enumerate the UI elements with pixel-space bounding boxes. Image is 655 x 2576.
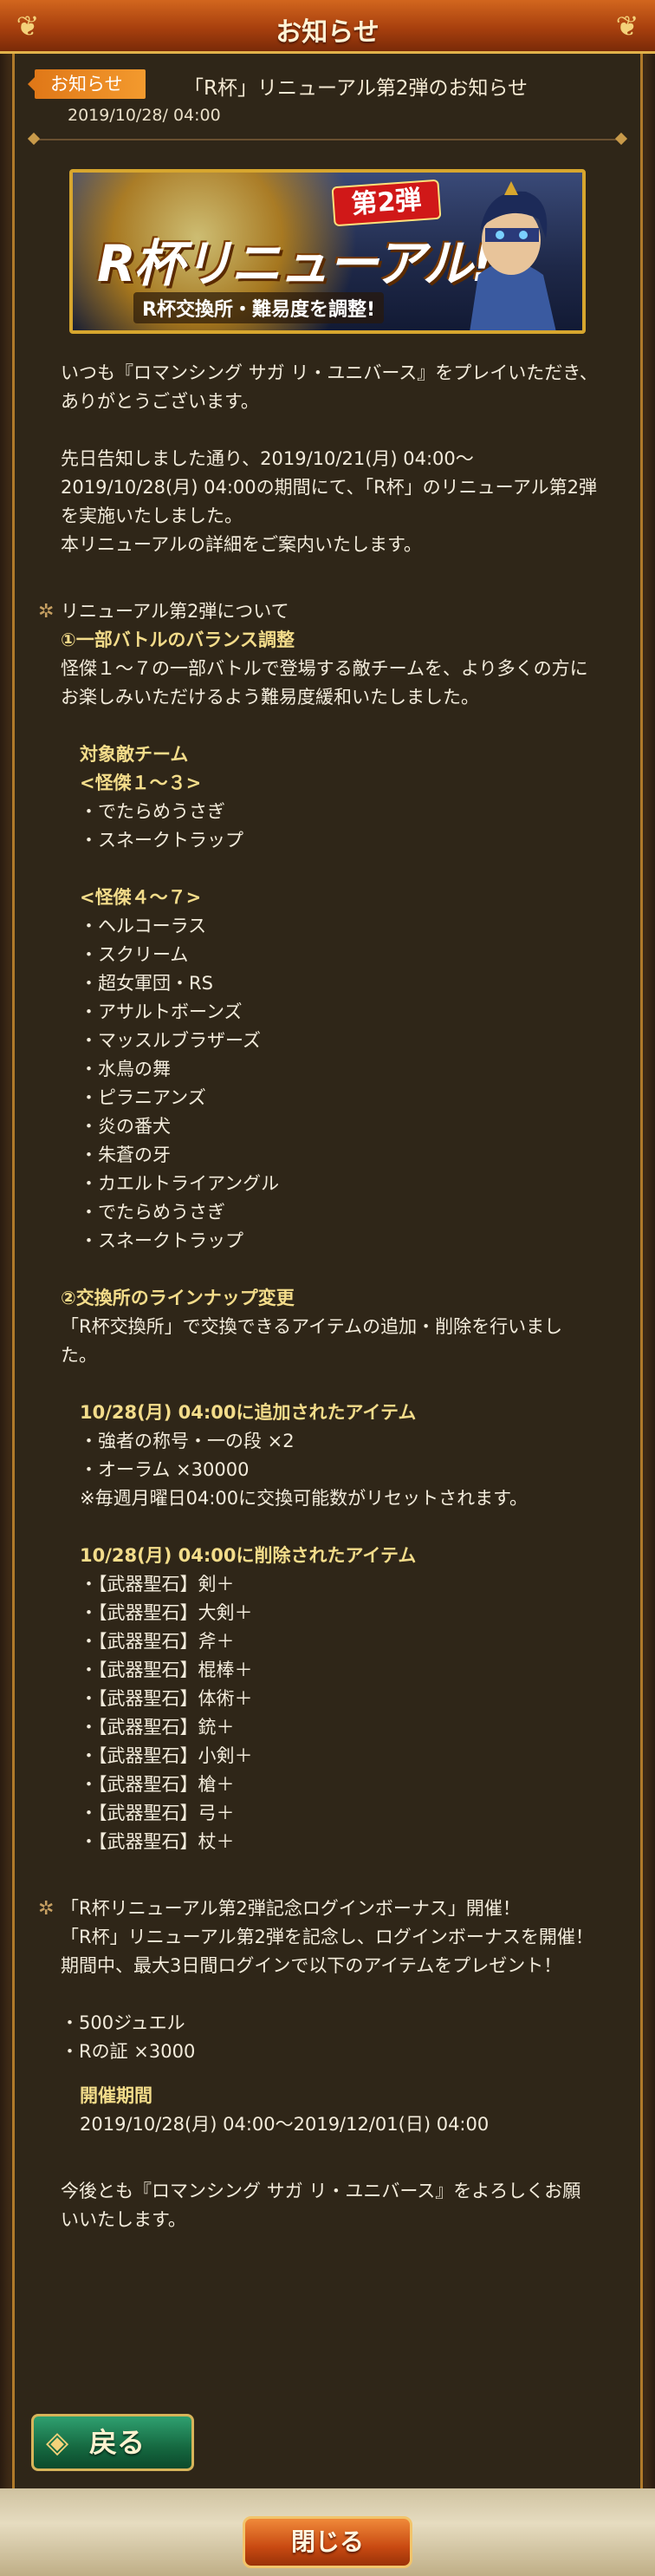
- close-button[interactable]: 閉じる: [243, 2516, 412, 2568]
- notice-tag: お知らせ: [28, 69, 146, 99]
- list-item: ・【武器聖石】大剣＋: [80, 1602, 253, 1623]
- list-label: <怪傑４～７>: [80, 887, 202, 908]
- section-heading: ✲ リニューアル第2弾について: [38, 597, 598, 626]
- banner-title: R杯リニューアル!: [97, 234, 494, 293]
- header-bar: ❦ お知らせ ❦: [0, 0, 655, 54]
- list-item: ・スネークトラップ: [80, 1230, 243, 1251]
- gear-icon: ✲: [38, 601, 55, 623]
- ornament-icon: ❦: [615, 10, 639, 42]
- list-item: ・ヘルコーラス: [80, 916, 207, 936]
- intro-paragraph: 先日告知しました通り、2019/10/21(月) 04:00～2019/10/2…: [61, 448, 597, 526]
- gear-icon: ✲: [38, 1898, 55, 1920]
- subsection-heading: ②交換所のラインナップ変更: [61, 1288, 295, 1308]
- list-label: 10/28(月) 04:00に削除されたアイテム: [80, 1545, 417, 1566]
- list-label: 対象敵チーム: [80, 744, 189, 765]
- body-text: 怪傑１～７の一部バトルで登場する敵チームを、より多くの方にお楽しみいただけるよう…: [61, 658, 588, 708]
- list-item: ・でたらめうさぎ: [80, 801, 225, 822]
- divider: [27, 132, 628, 146]
- notice-body: いつも『ロマンシング サガ リ・ユニバース』をプレイいただき、ありがとうございま…: [38, 359, 598, 2234]
- list-label: 開催期間: [80, 2085, 152, 2106]
- intro-paragraph: 本リニューアルの詳細をご案内いたします。: [61, 534, 422, 555]
- list-item: ・スクリーム: [80, 944, 189, 965]
- event-banner: 第2弾 R杯リニューアル! R杯交換所・難易度を調整!: [69, 169, 586, 334]
- subsection-heading: ①一部バトルのバランス調整: [61, 629, 295, 650]
- list-item: ・【武器聖石】斧＋: [80, 1631, 235, 1652]
- page-title: お知らせ: [276, 17, 379, 48]
- list-item: ・Rの証 ×3000: [61, 2041, 196, 2062]
- notice-title: 「R杯」リニューアル第2弾のお知らせ: [184, 77, 529, 100]
- body-text: 期間中、最大3日間ログインで以下のアイテムをプレゼント！: [61, 1955, 562, 1976]
- list-item: ・超女軍団・RS: [80, 973, 213, 994]
- list-item: ・朱蒼の牙: [80, 1145, 171, 1165]
- character-illustration: [470, 181, 556, 330]
- list-item: ・【武器聖石】杖＋: [80, 1831, 235, 1852]
- banner-subtitle: R杯交換所・難易度を調整!: [133, 292, 384, 323]
- list-label: 10/28(月) 04:00に追加されたアイテム: [80, 1402, 417, 1423]
- body-text: 「R杯」リニューアル第2弾を記念し、ログインボーナスを開催！: [61, 1927, 593, 1947]
- back-button[interactable]: ◈ 戻る: [31, 2414, 194, 2471]
- list-item: ・カエルトライアングル: [80, 1173, 280, 1194]
- list-item: ・【武器聖石】弓＋: [80, 1803, 235, 1823]
- list-label: <怪傑１～３>: [80, 773, 202, 793]
- notice-date: 2019/10/28/ 04:00: [68, 106, 221, 125]
- list-item: ・でたらめうさぎ: [80, 1202, 225, 1223]
- list-item: ・【武器聖石】体術＋: [80, 1688, 253, 1709]
- section-title: 「R杯リニューアル第2弾記念ログインボーナス」開催！: [61, 1898, 521, 1919]
- list-item: ・アサルトボーンズ: [80, 1001, 243, 1022]
- list-item: ・【武器聖石】槍＋: [80, 1774, 235, 1795]
- section-title: リニューアル第2弾について: [61, 601, 289, 622]
- list-item: ・炎の番犬: [80, 1116, 171, 1137]
- list-item: ・【武器聖石】剣＋: [80, 1574, 235, 1595]
- list-item: ・【武器聖石】小剣＋: [80, 1745, 253, 1766]
- list-item: ・【武器聖石】銃＋: [80, 1717, 235, 1738]
- note-text: ※毎週月曜日04:00に交換可能数がリセットされます。: [80, 1488, 529, 1509]
- closing-text: 今後とも『ロマンシング サガ リ・ユニバース』をよろしくお願いいたします。: [61, 2181, 581, 2230]
- body-text: 「R杯交換所」で交換できるアイテムの追加・削除を行いました。: [61, 1316, 563, 1366]
- list-item: ・水鳥の舞: [80, 1059, 171, 1079]
- list-item: ・ピラニアンズ: [80, 1087, 206, 1108]
- back-arrow-icon: ◈: [46, 2425, 69, 2460]
- list-item: ・500ジュエル: [61, 2012, 185, 2033]
- section-heading: ✲ 「R杯リニューアル第2弾記念ログインボーナス」開催！: [38, 1895, 598, 1923]
- list-item: ・【武器聖石】棍棒＋: [80, 1660, 253, 1680]
- period-text: 2019/10/28(月) 04:00～2019/12/01(日) 04:00: [80, 2114, 490, 2135]
- banner-badge: 第2弾: [331, 179, 442, 227]
- list-item: ・強者の称号・一の段 ×2: [80, 1431, 295, 1451]
- list-item: ・スネークトラップ: [80, 830, 243, 851]
- list-item: ・マッスルブラザーズ: [80, 1030, 261, 1051]
- intro-paragraph: いつも『ロマンシング サガ リ・ユニバース』をプレイいただき、ありがとうございま…: [61, 362, 598, 412]
- list-item: ・オーラム ×30000: [80, 1459, 250, 1480]
- back-button-label: 戻る: [89, 2426, 146, 2459]
